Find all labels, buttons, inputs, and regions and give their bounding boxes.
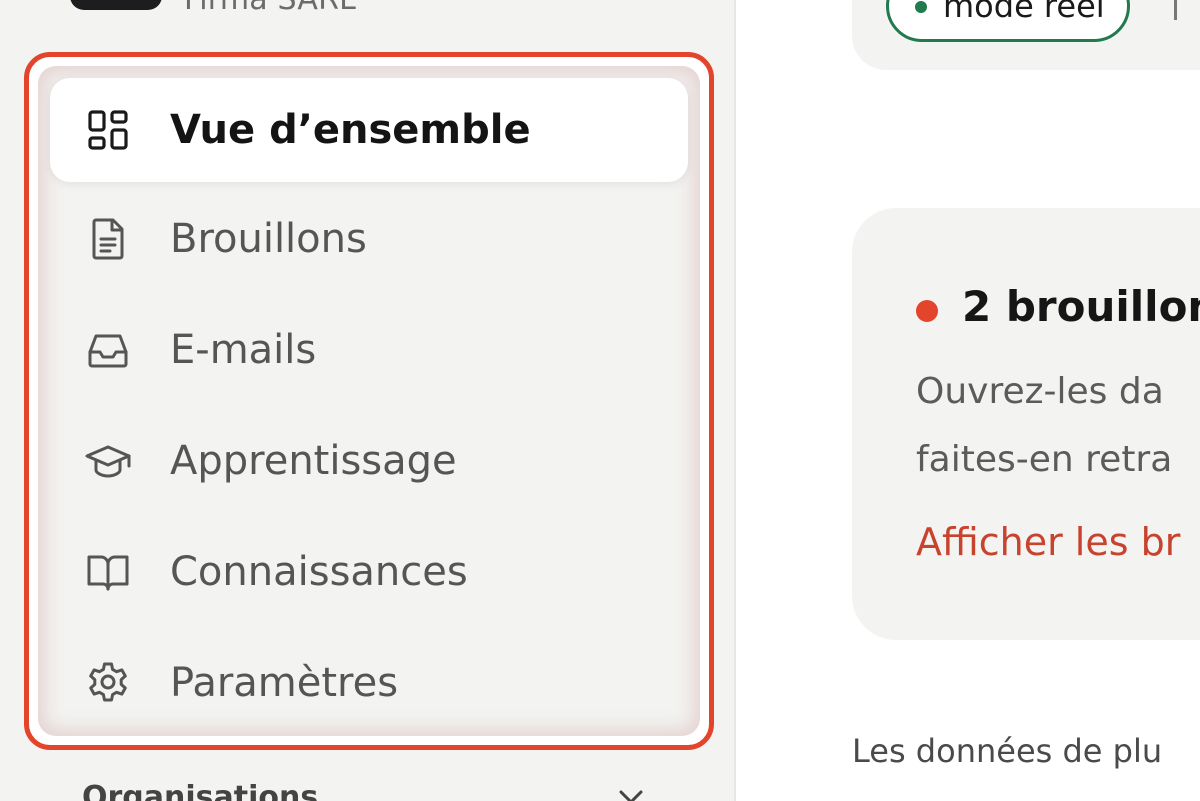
sidebar-item-drafts[interactable]: Brouillons (50, 185, 688, 293)
sidebar-item-label: Paramètres (170, 660, 399, 706)
divider (1174, 0, 1177, 20)
sidebar-item-overview[interactable]: Vue d’ensemble (50, 78, 688, 182)
sidebar-item-knowledge[interactable]: Connaissances (50, 518, 688, 626)
alert-dot (916, 300, 938, 322)
drafts-title: 2 brouillons (962, 282, 1200, 331)
sidebar-item-label: Connaissances (170, 549, 468, 595)
gear-icon (84, 659, 132, 707)
sidebar-item-emails[interactable]: E-mails (50, 296, 688, 404)
organizations-section-label[interactable]: Organisations (82, 780, 318, 801)
status-dot (915, 1, 927, 13)
mode-badge[interactable]: mode réel (886, 0, 1130, 42)
sidebar-item-learning[interactable]: Apprentissage (50, 407, 688, 515)
grid-icon (84, 106, 132, 154)
inbox-icon (84, 326, 132, 374)
organization-logo (70, 0, 162, 10)
main-content: mode réel 2 brouillons Ouvrez-les da fai… (738, 0, 1200, 801)
mode-label: mode réel (943, 0, 1105, 25)
sidebar-item-label: E-mails (170, 327, 317, 373)
sidebar-item-label: Apprentissage (170, 438, 457, 484)
sidebar: Firma SARL Vue d’ensemble (0, 0, 736, 801)
sidebar-item-settings[interactable]: Paramètres (50, 629, 688, 737)
sidebar-item-label: Brouillons (170, 216, 367, 262)
navigation-list: Vue d’ensemble Brouillons E-mails Appren… (38, 66, 700, 736)
book-icon (84, 548, 132, 596)
graduation-cap-icon (84, 437, 132, 485)
drafts-description-line: faites-en retra (916, 439, 1173, 480)
app-window: Firma SARL Vue d’ensemble (0, 0, 1200, 801)
organization-name: Firma SARL (184, 0, 356, 17)
show-drafts-link[interactable]: Afficher les br (916, 520, 1180, 564)
main-navigation: Vue d’ensemble Brouillons E-mails Appren… (24, 52, 714, 750)
chevron-down-icon[interactable] (616, 788, 646, 801)
drafts-card: 2 brouillons Ouvrez-les da faites-en ret… (852, 208, 1200, 640)
sidebar-item-label: Vue d’ensemble (170, 107, 531, 153)
drafts-description-line: Ouvrez-les da (916, 371, 1164, 412)
drafts-description: Ouvrez-les da faites-en retra (916, 358, 1200, 494)
footer-note: Les données de plu (852, 732, 1163, 770)
document-icon (84, 215, 132, 263)
